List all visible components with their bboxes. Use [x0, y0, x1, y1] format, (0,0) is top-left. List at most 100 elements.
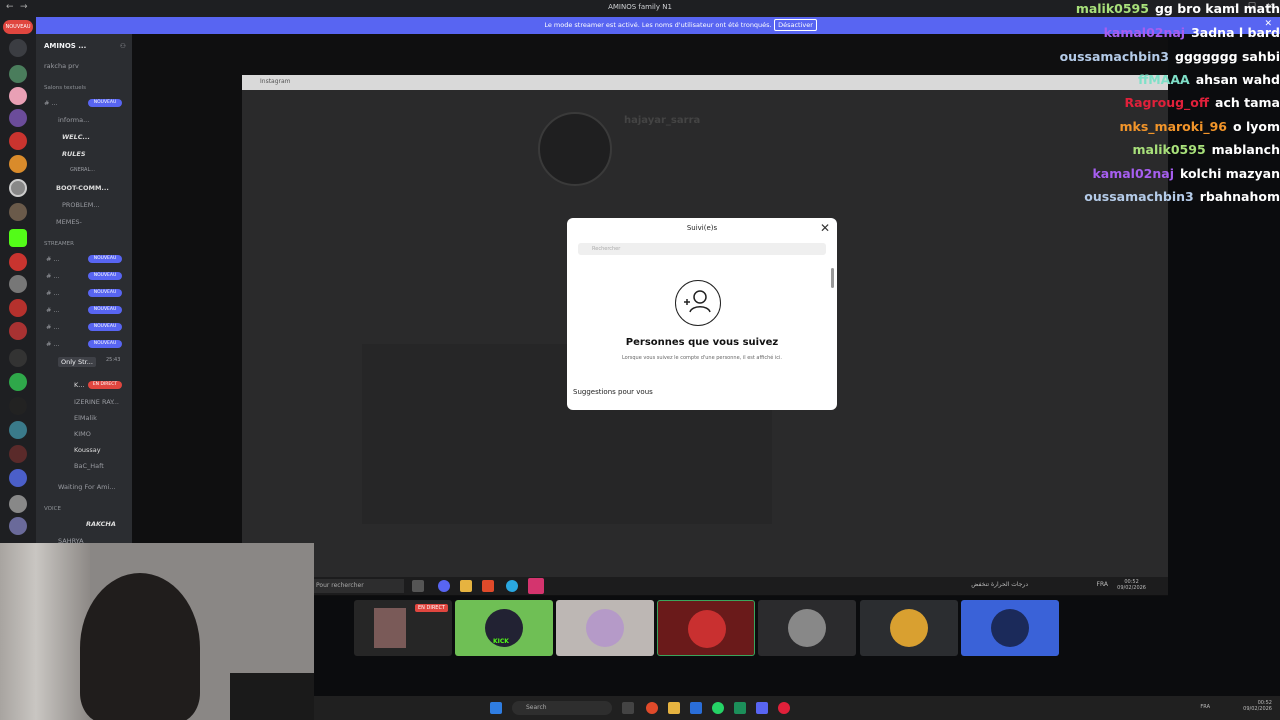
chat-text: mablanch [1211, 142, 1280, 157]
channel-item[interactable]: GNERAL... [70, 167, 95, 173]
voice-user[interactable]: Koussay [74, 446, 101, 454]
channel-item[interactable]: # ... [46, 289, 60, 297]
discord-icon[interactable] [756, 702, 768, 714]
dialog-title: Suivi(e)s [686, 224, 718, 232]
clock: 00:52 09/02/2026 [1117, 579, 1146, 591]
channel-item[interactable]: # ... [46, 323, 60, 331]
new-badge: NOUVEAU [88, 255, 122, 263]
server-icon[interactable] [9, 132, 27, 150]
server-icon[interactable] [9, 445, 27, 463]
brave-icon[interactable] [482, 580, 494, 592]
language-indicator[interactable]: FRA [1097, 581, 1108, 588]
instagram-icon[interactable] [528, 578, 544, 594]
participant-tile[interactable]: KICK [455, 600, 553, 656]
channel-item[interactable]: # ... [46, 306, 60, 314]
server-name[interactable]: AMINOS ... [44, 42, 86, 50]
server-icon[interactable] [9, 65, 27, 83]
server-icon[interactable] [9, 253, 27, 271]
participant-tile[interactable] [860, 600, 958, 656]
chair [230, 673, 314, 720]
channel-item[interactable]: informa... [58, 116, 89, 124]
scrollbar[interactable] [831, 268, 834, 288]
server-icon[interactable] [9, 373, 27, 391]
taskview-icon[interactable] [412, 580, 424, 592]
windows-taskbar: Search FRA 00:52 09/02/2026 [314, 696, 1280, 720]
taskbar-search[interactable]: Pour rechercher [314, 579, 404, 593]
channel-item[interactable]: # ... [46, 340, 60, 348]
search-input[interactable]: Search [512, 701, 612, 715]
folder-icon[interactable] [460, 580, 472, 592]
chat-user: Ragroug_off [1124, 95, 1210, 110]
person [80, 573, 200, 720]
language-indicator[interactable]: FRA [1200, 704, 1210, 710]
server-icon[interactable] [9, 299, 27, 317]
chrome-icon[interactable] [646, 702, 658, 714]
chat-user: ffMAAA [1138, 72, 1190, 87]
chat-text: 3adna l bard [1191, 25, 1280, 40]
chat-message: oussamachbin3 rbahnahom [1084, 189, 1280, 204]
store-icon[interactable] [690, 702, 702, 714]
voice-channel[interactable]: RAKCHA [86, 520, 116, 528]
avatar [991, 609, 1029, 647]
server-icon[interactable] [9, 275, 27, 293]
voice-channel-active[interactable]: Only Str... [58, 357, 96, 367]
channel-item[interactable]: # ... [46, 255, 60, 263]
server-icon[interactable] [9, 39, 27, 57]
channel-item[interactable]: RULES [62, 150, 86, 158]
opera-icon[interactable] [778, 702, 790, 714]
channel-item[interactable]: PROBLEM... [62, 201, 100, 209]
discord-icon[interactable] [438, 580, 450, 592]
edge-icon[interactable] [506, 580, 518, 592]
chat-message: kamal02naj 3adna l bard [1104, 25, 1280, 40]
channel-item[interactable]: BOOT-COMM... [56, 184, 109, 192]
folder-icon[interactable] [668, 702, 680, 714]
server-icon[interactable] [9, 109, 27, 127]
close-icon[interactable]: ✕ [820, 221, 830, 235]
add-member-icon[interactable]: ⚇ [120, 42, 126, 50]
new-badge: NOUVEAU [88, 323, 122, 331]
server-icon[interactable] [9, 517, 27, 535]
search-input[interactable]: Rechercher [578, 243, 826, 255]
new-badge: NOUVEAU [88, 340, 122, 348]
chat-message: ffMAAA ahsan wahd [1138, 72, 1280, 87]
voice-user[interactable]: IZERINE RAY... [74, 398, 119, 406]
server-icon[interactable] [9, 322, 27, 340]
voice-user[interactable]: K... [74, 381, 84, 389]
whatsapp-icon[interactable] [712, 702, 724, 714]
taskview-icon[interactable] [622, 702, 634, 714]
chat-user: kamal02naj [1103, 25, 1186, 40]
voice-user[interactable]: ElMalik [74, 414, 97, 422]
category-voice[interactable]: VOICE [44, 506, 61, 512]
server-icon[interactable] [9, 469, 27, 487]
channel-item[interactable]: rakcha prv [44, 62, 79, 70]
disable-streamer-button[interactable]: Désactiver [774, 19, 817, 31]
participant-tile-speaking[interactable] [657, 600, 755, 656]
empty-heading: Personnes que vous suivez [625, 337, 779, 348]
server-icon[interactable] [9, 349, 27, 367]
channel-item[interactable]: WELC... [62, 133, 90, 141]
xbox-icon[interactable] [734, 702, 746, 714]
category-text-channels[interactable]: Salons textuels [44, 85, 86, 91]
channel-item[interactable]: # ... [46, 272, 60, 280]
participant-tile[interactable] [961, 600, 1059, 656]
channel-item[interactable]: # ... [44, 99, 58, 107]
server-icon[interactable] [9, 179, 27, 197]
voice-user[interactable]: KIMO [74, 430, 91, 438]
server-icon[interactable] [9, 397, 27, 415]
server-icon[interactable] [9, 87, 27, 105]
server-icon[interactable] [9, 421, 27, 439]
chat-text: kolchi mazyan [1179, 166, 1280, 181]
server-icon[interactable] [9, 155, 27, 173]
kick-server-icon[interactable] [9, 229, 27, 247]
avatar [890, 609, 928, 647]
participant-tile[interactable]: EN DIRECT [354, 600, 452, 656]
voice-user[interactable]: BaC_Haft [74, 462, 104, 470]
start-icon[interactable] [490, 702, 502, 714]
voice-channel[interactable]: Waiting For Ami... [58, 483, 115, 491]
participant-tile[interactable] [758, 600, 856, 656]
channel-item[interactable]: MEMES- [56, 218, 82, 226]
server-icon[interactable] [9, 203, 27, 221]
participant-tile[interactable] [556, 600, 654, 656]
category-streamer[interactable]: STREAMER [44, 241, 74, 247]
server-icon[interactable] [9, 495, 27, 513]
